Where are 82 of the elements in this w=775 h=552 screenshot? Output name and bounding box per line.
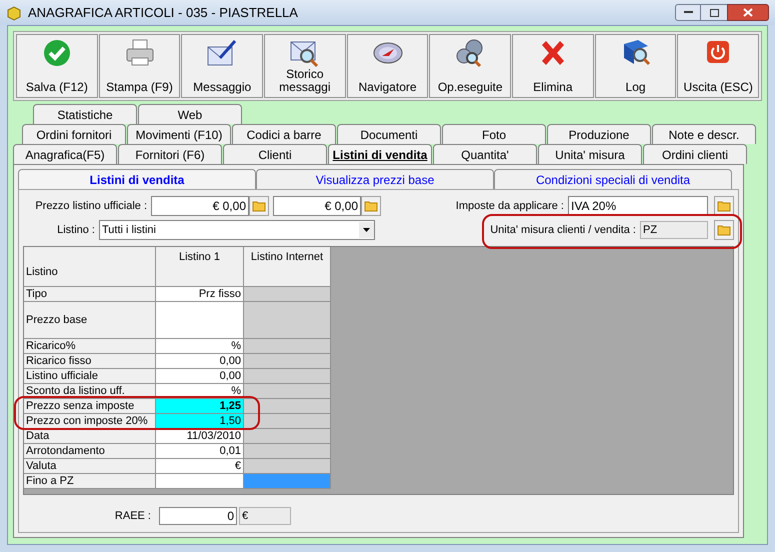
price-field[interactable]: € 0,00 [151, 196, 249, 216]
table-cell: 1,50 [156, 414, 244, 429]
maximize-button[interactable] [701, 4, 727, 21]
toolbar-button[interactable]: Storico messaggi [264, 34, 346, 98]
close-button[interactable] [727, 4, 769, 21]
table-cell: 11/03/2010 [156, 429, 244, 444]
tab[interactable]: Clienti [223, 144, 327, 164]
field-label: RAEE : [114, 508, 152, 524]
tax-field[interactable]: IVA 20% [568, 196, 708, 216]
tab[interactable]: Quantita' [433, 144, 537, 164]
close-icon [743, 8, 753, 17]
row-label: Ricarico% [24, 339, 156, 354]
tab[interactable]: Ordini clienti [643, 144, 747, 164]
folder-button[interactable] [714, 196, 734, 216]
column-header: Listino [24, 247, 156, 287]
checkmark-icon [42, 38, 72, 68]
maximize-icon [710, 8, 718, 16]
toolbar-button[interactable]: Salva (F12) [16, 34, 98, 98]
field-label: Imposte da applicare : [456, 198, 565, 214]
tab[interactable]: Fornitori (F6) [118, 144, 222, 164]
tab[interactable]: Statistiche [33, 104, 137, 124]
printer-icon [124, 38, 156, 68]
sub-tab[interactable]: Listini di vendita [18, 169, 256, 189]
row-label: Tipo [24, 287, 156, 302]
tab[interactable]: Unita' misura [538, 144, 642, 164]
folder-icon [252, 200, 266, 212]
column-header: Listino Internet [244, 247, 331, 287]
row-label: Ricarico fisso [24, 354, 156, 369]
table-cell: 0,00 [156, 369, 244, 384]
table-cell: % [156, 339, 244, 354]
folder-icon [364, 200, 378, 212]
row-label: Valuta [24, 459, 156, 474]
box-icon [6, 4, 22, 20]
sub-tab[interactable]: Visualizza prezzi base [256, 169, 494, 189]
folder-icon [717, 224, 731, 236]
tab[interactable]: Listini di vendita [328, 144, 432, 164]
row-label: Listino ufficiale [24, 369, 156, 384]
tab[interactable]: Note e descr. [652, 124, 756, 144]
listino-dropdown[interactable]: Tutti i listini [99, 220, 375, 240]
folder-button[interactable] [714, 220, 734, 240]
toolbar-button[interactable]: Uscita (ESC) [677, 34, 760, 98]
tab[interactable]: Anagrafica(F5) [13, 144, 117, 164]
toolbar-button[interactable]: Log [594, 34, 676, 98]
toolbar-button[interactable]: Op.eseguite [429, 34, 512, 98]
row-label: Data [24, 429, 156, 444]
row-label: Prezzo base [24, 302, 156, 339]
row-label: Fino a PZ [24, 474, 156, 489]
folder-button[interactable] [249, 196, 269, 216]
folder-icon [717, 200, 731, 212]
tab[interactable]: Foto [442, 124, 546, 144]
minimize-icon [684, 11, 692, 14]
tab[interactable]: Produzione [547, 124, 651, 144]
toolbar-button[interactable]: Stampa (F9) [98, 34, 180, 98]
tab[interactable]: Ordini fornitori [22, 124, 126, 144]
field-label: Unita' misura clienti / vendita : [490, 222, 637, 238]
field-label: Prezzo listino ufficiale : [34, 198, 148, 214]
tab[interactable]: Codici a barre [232, 124, 336, 144]
folder-button[interactable] [361, 196, 381, 216]
table-cell: € [156, 459, 244, 474]
envelope-pen-icon [206, 38, 238, 68]
toolbar-button[interactable]: Messaggio [181, 34, 264, 98]
raee-field[interactable]: 0 [159, 507, 237, 525]
toolbar-button[interactable]: Elimina [512, 34, 594, 98]
window-title: ANAGRAFICA ARTICOLI - 035 - PIASTRELLA [28, 4, 298, 22]
table-cell: Prz fisso [156, 287, 244, 302]
unit-field[interactable]: PZ [640, 221, 708, 239]
tab[interactable]: Documenti [337, 124, 441, 144]
currency-field: € [239, 507, 291, 525]
minimize-button[interactable] [675, 4, 701, 21]
row-label: Arrotondamento [24, 444, 156, 459]
toolbar-button[interactable]: Navigatore [346, 34, 428, 98]
price-field[interactable]: € 0,00 [273, 196, 361, 216]
column-header: Listino 1 [156, 247, 244, 287]
table-cell: 1,25 [156, 399, 244, 414]
tab[interactable]: Movimenti (F10) [127, 124, 231, 144]
tab[interactable]: Web [138, 104, 242, 124]
row-label: Prezzo con imposte 20% [24, 414, 156, 429]
table-cell: 0,00 [156, 354, 244, 369]
row-label: Prezzo senza imposte [24, 399, 156, 414]
table-cell: 0,01 [156, 444, 244, 459]
sub-tab[interactable]: Condizioni speciali di vendita [494, 169, 732, 189]
field-label: Listino : [56, 222, 96, 238]
